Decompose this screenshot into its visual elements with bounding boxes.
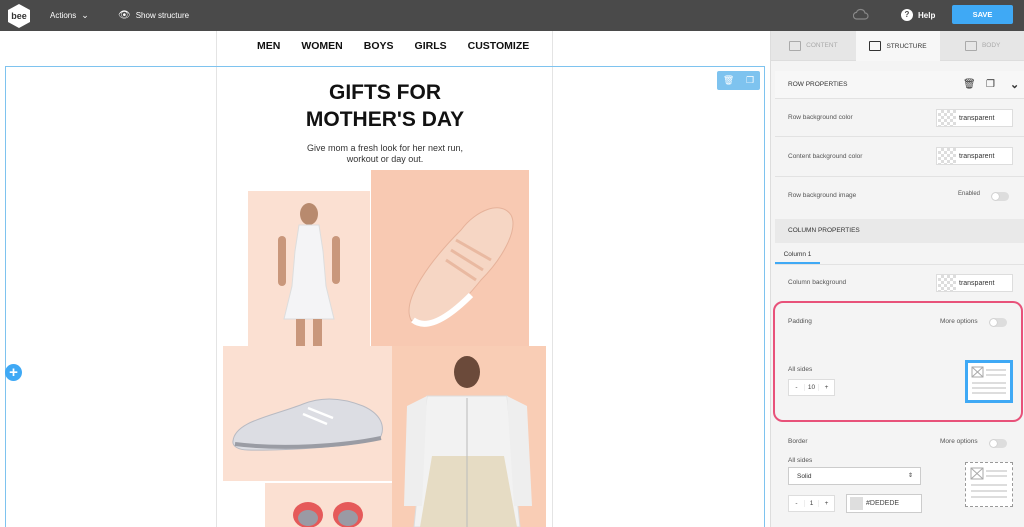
padding-more-options-toggle[interactable]	[989, 318, 1007, 327]
product-image-pink-sneaker[interactable]	[371, 170, 529, 346]
add-row-button[interactable]: +	[5, 364, 22, 381]
divider	[775, 264, 1024, 265]
subtext-line-2: workout or day out.	[346, 154, 424, 164]
save-button[interactable]: SAVE	[952, 5, 1013, 24]
transparent-swatch-icon	[938, 275, 956, 291]
actions-menu[interactable]: Actions ⌄	[50, 10, 89, 21]
border-color-swatch	[850, 497, 863, 510]
border-style-select[interactable]: Solid ⇕	[788, 467, 921, 485]
divider	[775, 176, 1024, 177]
row-bg-image-toggle[interactable]	[991, 192, 1009, 201]
decrement-button[interactable]: -	[789, 500, 804, 507]
product-image-red-shoes[interactable]	[265, 483, 392, 527]
padding-stepper[interactable]: - 10 +	[788, 379, 835, 396]
content-tab-icon	[789, 40, 802, 51]
border-label: Border	[788, 438, 808, 445]
help-icon: ?	[901, 9, 913, 21]
row-bg-image-label: Row background image	[788, 192, 857, 199]
nav-women[interactable]: WOMEN	[301, 40, 342, 52]
tab-body-label: BODY	[981, 42, 1001, 49]
border-style-value: Solid	[797, 473, 812, 480]
decrement-button[interactable]: -	[789, 384, 804, 391]
padding-label: Padding	[788, 318, 812, 325]
border-more-options-label: More options	[940, 438, 978, 445]
tab-structure-label: STRUCTURE	[886, 42, 927, 50]
row-bg-color-picker[interactable]: transparent	[936, 109, 1013, 127]
row-properties-title: ROW PROPERTIES	[788, 81, 848, 88]
transparent-swatch-icon	[938, 148, 956, 164]
content-bg-color-label: Content background color	[788, 153, 863, 160]
increment-button[interactable]: +	[819, 500, 834, 507]
column-bg-color-value: transparent	[959, 279, 995, 287]
product-image-tennis-dress[interactable]	[248, 191, 370, 346]
product-image-jacket[interactable]	[392, 346, 546, 527]
show-structure-label: Show structure	[135, 11, 190, 20]
chevron-down-icon: ⌄	[81, 10, 89, 20]
email-canvas: MEN WOMEN BOYS GIRLS CUSTOMIZE 🗑 ❐ + GIF…	[0, 31, 770, 527]
email-headline: GIFTS FOR MOTHER'S DAY	[218, 79, 552, 133]
border-color-picker[interactable]: #DEDEDE	[846, 494, 922, 513]
row-bg-color-value: transparent	[959, 114, 995, 122]
increment-button[interactable]: +	[819, 384, 834, 391]
divider	[775, 136, 1024, 137]
border-all-sides-label: All sides	[788, 457, 813, 464]
row-bg-image-state: Enabled	[958, 191, 981, 197]
row-toolbar: 🗑 ❐	[717, 71, 760, 90]
padding-preview-icon	[965, 360, 1013, 403]
column-bg-label: Column background	[788, 279, 847, 286]
column-properties-header: COLUMN PROPERTIES	[775, 219, 1024, 243]
email-subtext: Give mom a fresh look for her next run, …	[218, 143, 552, 165]
top-bar: bee Actions ⌄ 👁 Show structure ? Help SA…	[0, 0, 1024, 31]
column-1-tab[interactable]: Column 1	[775, 247, 820, 264]
select-arrows-icon: ⇕	[907, 473, 913, 479]
headline-line-1: GIFTS FOR	[329, 81, 441, 104]
actions-label: Actions	[50, 11, 77, 20]
panel-tabs: CONTENT STRUCTURE BODY	[771, 31, 1024, 61]
email-nav: MEN WOMEN BOYS GIRLS CUSTOMIZE	[257, 40, 529, 52]
body-tab-icon	[964, 40, 977, 51]
border-more-options-toggle[interactable]	[989, 439, 1007, 448]
content-bg-color-value: transparent	[959, 152, 995, 160]
product-image-grey-sneaker[interactable]	[223, 346, 392, 481]
nav-boys[interactable]: BOYS	[364, 40, 394, 52]
row-bg-color-label: Row background color	[788, 114, 853, 121]
column-bg-color-picker[interactable]: transparent	[936, 274, 1013, 292]
nav-men[interactable]: MEN	[257, 40, 280, 52]
tab-structure[interactable]: STRUCTURE	[855, 31, 941, 61]
bee-logo: bee	[8, 4, 30, 28]
tab-body[interactable]: BODY	[940, 31, 1024, 61]
duplicate-icon[interactable]: ❐	[986, 71, 995, 99]
show-structure-toggle[interactable]: 👁 Show structure	[118, 10, 189, 21]
trash-icon[interactable]: 🗑	[723, 75, 734, 86]
properties-panel: CONTENT STRUCTURE BODY ROW PROPERTIES 🗑 …	[770, 31, 1024, 527]
tab-content[interactable]: CONTENT	[771, 31, 856, 61]
chevron-down-icon[interactable]: ⌄	[1010, 71, 1019, 99]
duplicate-icon[interactable]: ❐	[746, 75, 754, 86]
row-properties-header: ROW PROPERTIES 🗑 ❐ ⌄	[775, 71, 1024, 99]
structure-tab-icon	[869, 41, 882, 51]
border-width-stepper[interactable]: - 1 +	[788, 495, 835, 512]
border-width-value[interactable]: 1	[804, 500, 819, 507]
padding-all-sides-label: All sides	[788, 366, 813, 373]
transparent-swatch-icon	[938, 110, 956, 126]
cloud-icon[interactable]	[853, 8, 869, 20]
border-color-value: #DEDEDE	[866, 500, 900, 507]
border-preview-icon	[965, 462, 1013, 507]
eye-icon: 👁	[118, 10, 131, 21]
content-bg-color-picker[interactable]: transparent	[936, 147, 1013, 165]
nav-customize[interactable]: CUSTOMIZE	[468, 40, 530, 52]
subtext-line-1: Give mom a fresh look for her next run,	[306, 143, 464, 153]
help-label: Help	[918, 10, 936, 20]
headline-line-2: MOTHER'S DAY	[305, 108, 465, 131]
nav-girls[interactable]: GIRLS	[415, 40, 447, 52]
help-button[interactable]: ? Help	[901, 9, 935, 21]
padding-value[interactable]: 10	[804, 384, 819, 391]
trash-icon[interactable]: 🗑	[963, 71, 976, 99]
padding-more-options-label: More options	[940, 318, 978, 325]
tab-content-label: CONTENT	[806, 42, 838, 49]
